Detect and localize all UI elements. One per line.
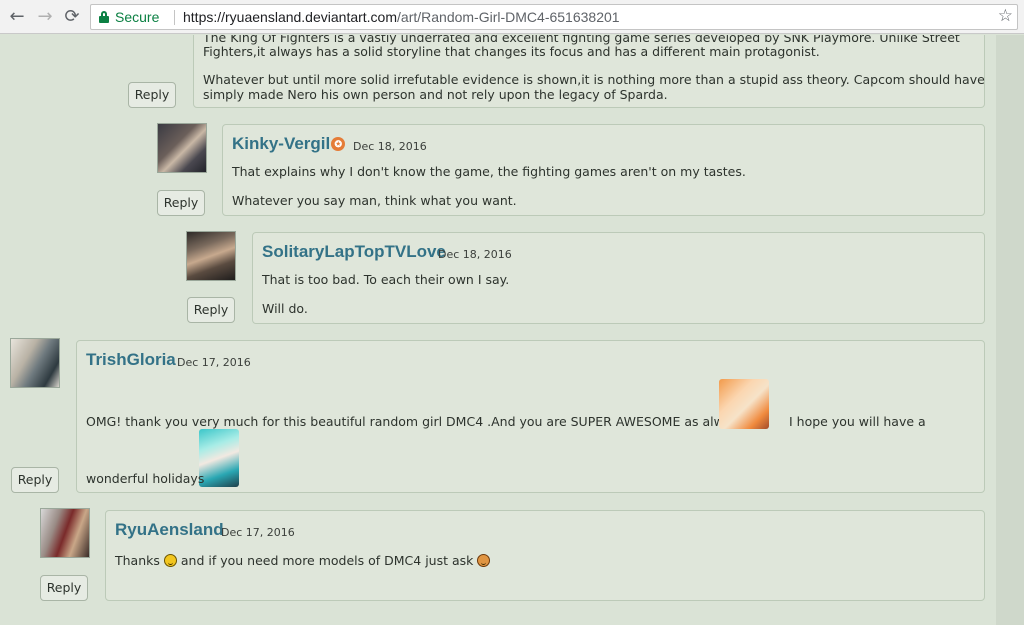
comment-text-line: That explains why I don't know the game,… <box>232 164 746 179</box>
reload-icon[interactable]: ⟳ <box>61 6 83 28</box>
comment-text-line: wonderful holidays <box>86 471 205 486</box>
avatar[interactable] <box>10 338 60 388</box>
comment-bubble: RyuAensland Dec 17, 2016 Thanks and if y… <box>105 510 985 601</box>
page-side-panel <box>996 35 1024 625</box>
comment-text-segment: Thanks <box>115 553 160 568</box>
comment-bubble: TrishGloria Dec 17, 2016 OMG! thank you … <box>76 340 985 493</box>
hatsune-miku-emoticon-icon <box>199 429 239 487</box>
comment-bubble: SolitaryLapTopTVLove Dec 18, 2016 That i… <box>252 232 985 324</box>
comment-text-line: Will do. <box>262 301 308 316</box>
reply-button[interactable]: Reply <box>11 467 59 493</box>
comments-page: The King Of Fighters is a vastly underra… <box>0 35 996 625</box>
anime-girls-emoticon-icon <box>719 379 769 429</box>
divider <box>174 10 175 25</box>
comment-bubble: The King Of Fighters is a vastly underra… <box>193 35 985 108</box>
secure-label: Secure <box>115 9 160 25</box>
comment-text-line: That is too bad. To each their own I say… <box>262 272 510 287</box>
url-path: /art/Random-Girl-DMC4-651638201 <box>397 9 620 25</box>
comment-date: Dec 18, 2016 <box>353 140 427 153</box>
comment-text-segment: and if you need more models of DMC4 just… <box>180 553 474 568</box>
smile-emoticon-icon <box>163 554 177 567</box>
url-base: https://ryuaensland.deviantart.com <box>183 9 398 25</box>
forward-arrow-icon[interactable]: → <box>34 6 56 28</box>
avatar[interactable] <box>40 508 90 558</box>
reply-button[interactable]: Reply <box>187 297 235 323</box>
comment-text-line: Whatever but until more solid irrefutabl… <box>203 72 985 87</box>
comment-date: Dec 17, 2016 <box>177 356 251 369</box>
url-text[interactable]: https://ryuaensland.deviantart.com/art/R… <box>183 9 620 25</box>
comment-date: Dec 17, 2016 <box>221 526 295 539</box>
address-bar[interactable]: Secure https://ryuaensland.deviantart.co… <box>90 4 1018 30</box>
back-arrow-icon[interactable]: ← <box>6 6 28 28</box>
comment-author[interactable]: TrishGloria <box>86 350 176 370</box>
reply-button[interactable]: Reply <box>128 82 176 108</box>
comment-author[interactable]: SolitaryLapTopTVLove <box>262 242 446 262</box>
comment-text-line: Whatever you say man, think what you wan… <box>232 193 517 208</box>
premium-badge-icon: ✪ <box>331 137 346 151</box>
avatar[interactable] <box>186 231 236 281</box>
comment-text-line: Fighters,it always has a solid storyline… <box>203 44 820 59</box>
comment-text: Thanks and if you need more models of DM… <box>115 553 491 568</box>
comment-author[interactable]: Kinky-Vergil ✪ <box>232 134 346 154</box>
avatar[interactable] <box>157 123 207 173</box>
bookmark-star-icon[interactable]: ☆ <box>998 6 1013 26</box>
browser-toolbar: ← → ⟳ Secure https://ryuaensland.deviant… <box>0 0 1024 34</box>
comment-date: Dec 18, 2016 <box>438 248 512 261</box>
comment-text-line: simply made Nero his own person and not … <box>203 87 668 102</box>
comment-bubble: Kinky-Vergil ✪ Dec 18, 2016 That explains… <box>222 124 985 216</box>
reply-button[interactable]: Reply <box>157 190 205 216</box>
comment-text-line: OMG! thank you very much for this beauti… <box>86 414 746 429</box>
lock-icon <box>99 11 109 23</box>
reply-button[interactable]: Reply <box>40 575 88 601</box>
author-name[interactable]: Kinky-Vergil <box>232 134 330 153</box>
comment-text-line: I hope you will have a <box>789 414 926 429</box>
comment-author[interactable]: RyuAensland <box>115 520 224 540</box>
grin-emoticon-icon <box>477 554 491 567</box>
